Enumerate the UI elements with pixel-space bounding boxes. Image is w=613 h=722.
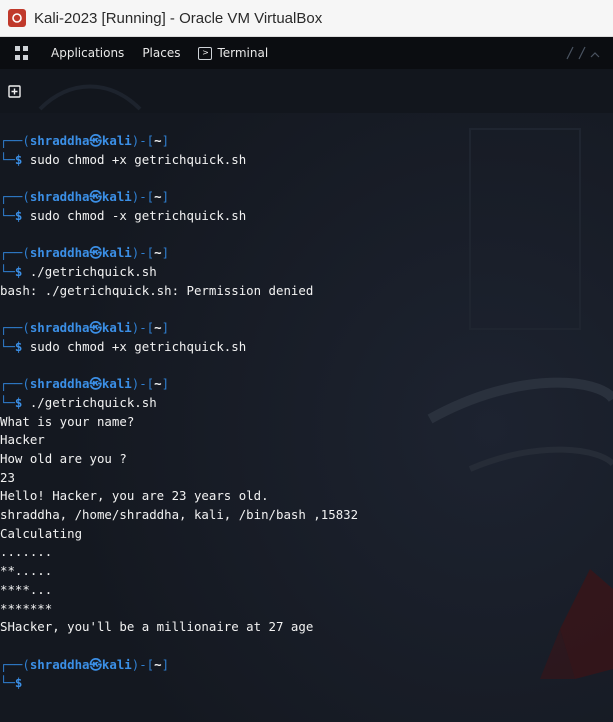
prompt-line: ┌──(shraddha㉿kali)-[~] [0, 657, 169, 673]
prompt-host: kali [101, 189, 132, 205]
output-line: Hacker [0, 432, 45, 448]
command-line: └─$ sudo chmod +x getrichquick.sh [0, 339, 246, 355]
prompt-line: ┌──(shraddha㉿kali)-[~] [0, 189, 169, 205]
output-line: ....... [0, 544, 53, 560]
command-text: ./getrichquick.sh [22, 394, 157, 410]
prompt-user: shraddha [29, 376, 90, 392]
prompt-frame: ] [161, 245, 170, 261]
prompt-at-symbol: ㉿ [89, 133, 102, 148]
command-line: └─$ ./getrichquick.sh [0, 395, 157, 411]
prompt-frame: └─ [0, 263, 15, 279]
prompt-frame: )-[ [131, 189, 155, 205]
prompt-line: ┌──(shraddha㉿kali)-[~] [0, 376, 169, 392]
output-line: shraddha, /home/shraddha, kali, /bin/bas… [0, 507, 359, 522]
prompt-user: shraddha [29, 656, 90, 672]
prompt-host: kali [101, 245, 132, 261]
prompt-path: ~ [154, 320, 162, 335]
prompt-frame: ] [161, 133, 170, 148]
output-line: Calculating [0, 525, 83, 541]
command-line: └─$ sudo chmod +x getrichquick.sh [0, 152, 246, 168]
command-text: sudo chmod +x getrichquick.sh [22, 151, 247, 167]
prompt-at-symbol: ㉿ [89, 376, 102, 392]
output-line: ****... [0, 581, 53, 597]
window-title: Kali-2023 [Running] - Oracle VM VirtualB… [34, 9, 323, 27]
terminal-icon: > [198, 46, 213, 60]
prompt-line: ┌──(shraddha㉿kali)-[~] [0, 320, 169, 336]
prompt-frame: )-[ [131, 245, 155, 261]
prompt-frame: ┌──( [0, 189, 30, 205]
prompt-host: kali [101, 320, 132, 335]
command-text [22, 675, 29, 690]
prompt-frame: ] [161, 376, 170, 392]
prompt-frame: )-[ [131, 133, 155, 148]
prompt-user: shraddha [29, 245, 90, 261]
panel-art-icon [566, 46, 600, 60]
prompt-path: ~ [154, 133, 162, 148]
prompt-frame: ] [161, 656, 170, 672]
applications-menu[interactable]: Applications [51, 46, 124, 60]
prompt-frame: └─ [0, 394, 15, 410]
prompt-user: shraddha [29, 320, 90, 335]
prompt-path: ~ [154, 656, 162, 672]
output-line: **..... [0, 563, 53, 579]
panel-decoration [565, 43, 605, 63]
virtualbox-icon [8, 9, 26, 27]
prompt-frame: ] [161, 320, 170, 335]
command-line: └─$ ./getrichquick.sh [0, 264, 157, 280]
command-text: sudo chmod +x getrichquick.sh [22, 338, 247, 354]
prompt-host: kali [101, 376, 132, 392]
prompt-line: ┌──(shraddha㉿kali)-[~] [0, 245, 169, 261]
prompt-path: ~ [154, 376, 162, 392]
terminal-menu[interactable]: > Terminal [198, 46, 268, 60]
terminal-tabbar [0, 69, 613, 113]
prompt-frame: ┌──( [0, 376, 30, 392]
app-grid-icon[interactable] [15, 46, 29, 60]
command-text: ./getrichquick.sh [22, 263, 157, 279]
prompt-frame: ] [161, 189, 170, 205]
terminal-menu-label: Terminal [217, 46, 269, 60]
places-menu[interactable]: Places [142, 46, 180, 60]
output-line: How old are you ? [0, 450, 127, 466]
output-line: Hello! Hacker, you are 23 years old. [0, 488, 269, 504]
new-tab-icon[interactable] [8, 85, 21, 98]
prompt-frame: )-[ [131, 320, 155, 335]
prompt-at-symbol: ㉿ [89, 189, 102, 205]
prompt-at-symbol: ㉿ [89, 656, 102, 672]
prompt-frame: ┌──( [0, 133, 30, 148]
output-line: What is your name? [0, 413, 135, 429]
prompt-frame: └─ [0, 675, 15, 691]
prompt-frame: )-[ [131, 376, 155, 392]
prompt-frame: )-[ [131, 656, 155, 672]
command-line: └─$ sudo chmod -x getrichquick.sh [0, 208, 246, 224]
prompt-frame: ┌──( [0, 245, 30, 261]
output-line: ******* [0, 600, 53, 616]
prompt-user: shraddha [29, 133, 90, 148]
output-line: bash: ./getrichquick.sh: Permission deni… [0, 282, 314, 298]
prompt-frame: ┌──( [0, 656, 30, 672]
prompt-host: kali [101, 656, 132, 672]
prompt-line: ┌──(shraddha㉿kali)-[~] [0, 133, 169, 149]
output-line: SHacker, you'll be a millionaire at 27 a… [0, 619, 314, 635]
prompt-path: ~ [154, 245, 162, 261]
prompt-at-symbol: ㉿ [89, 245, 102, 261]
prompt-path: ~ [154, 189, 162, 205]
prompt-frame: └─ [0, 338, 15, 354]
command-line: └─$ [0, 675, 30, 691]
output-line: 23 [0, 469, 15, 485]
prompt-at-symbol: ㉿ [89, 320, 102, 335]
top-panel: Applications Places > Terminal [0, 37, 613, 69]
window-title-bar[interactable]: Kali-2023 [Running] - Oracle VM VirtualB… [0, 0, 613, 37]
prompt-user: shraddha [29, 189, 90, 205]
command-text: sudo chmod -x getrichquick.sh [22, 207, 247, 223]
prompt-host: kali [101, 133, 132, 148]
terminal-window[interactable]: ┌──(shraddha㉿kali)-[~] └─$ sudo chmod +x … [0, 69, 613, 722]
prompt-frame: └─ [0, 207, 15, 223]
prompt-frame: └─ [0, 151, 15, 167]
prompt-frame: ┌──( [0, 320, 30, 335]
